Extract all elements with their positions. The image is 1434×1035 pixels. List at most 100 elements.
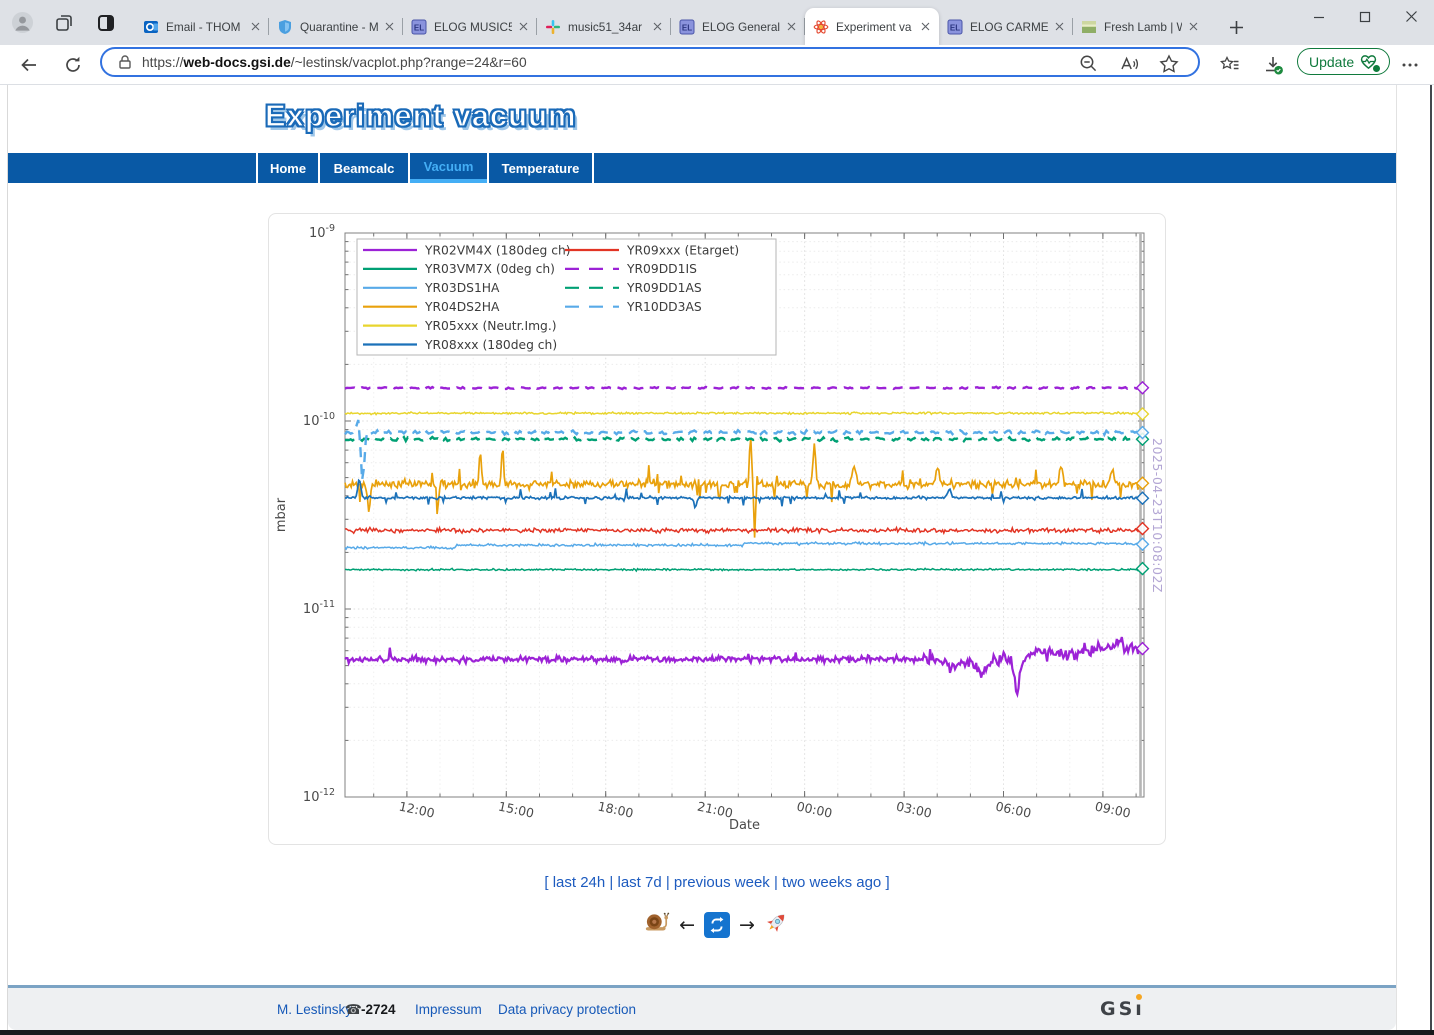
tab-title: ELOG General [702, 20, 780, 34]
svg-text:EL: EL [414, 23, 424, 32]
footer-privacy-link[interactable]: Data privacy protection [498, 1002, 636, 1017]
range-link[interactable]: previous week [674, 874, 770, 891]
tab-title: Quarantine - M [300, 20, 378, 34]
tab-strip: Email - THOM Quarantine - M EL ELOG MUSIC5 m… [0, 0, 1434, 45]
svg-text:EL: EL [950, 23, 960, 32]
time-range-links: [ last 24h | last 7d | previous week | t… [0, 874, 1434, 891]
tab-title: ELOG CARME [970, 20, 1048, 34]
svg-text:YR03DS1HA: YR03DS1HA [424, 281, 500, 295]
svg-text:YR08xxx (180deg ch): YR08xxx (180deg ch) [424, 338, 557, 352]
tab-title: ELOG MUSIC5 [434, 20, 512, 34]
close-window-icon[interactable] [1388, 0, 1434, 33]
browser-tab[interactable]: EL ELOG CARME [939, 8, 1073, 45]
favorite-star-icon[interactable] [1158, 53, 1180, 75]
bracket-open: [ [544, 874, 552, 891]
nav-tab-home[interactable]: Home [258, 153, 318, 183]
settings-more-icon[interactable] [1397, 52, 1423, 78]
footer-impressum-link[interactable]: Impressum [415, 1002, 482, 1017]
browser-tab[interactable]: Email - THOM [135, 8, 269, 45]
range-link[interactable]: last 24h [553, 874, 606, 891]
phone-icon: ☎ [345, 1002, 362, 1018]
browser-tab[interactable]: Fresh Lamb | W [1073, 8, 1207, 45]
browser-health-icon [1359, 52, 1378, 71]
maximize-icon[interactable] [1342, 0, 1388, 33]
new-tab-button[interactable] [1224, 15, 1248, 39]
svg-text:YR02VM4X (180deg ch): YR02VM4X (180deg ch) [424, 243, 571, 257]
url-text[interactable]: https://web-docs.gsi.de/~lestinsk/vacplo… [142, 55, 527, 70]
slack-icon [545, 19, 561, 35]
back-button[interactable] [16, 52, 42, 78]
downloads-icon[interactable] [1260, 52, 1286, 78]
vacuum-chart-card: 12:0015:0018:0021:0000:0003:0006:0009:00… [268, 213, 1166, 845]
link-separator: | [605, 874, 617, 891]
tab-title: Email - THOM [166, 20, 244, 34]
favorites-hub-icon[interactable] [1217, 52, 1243, 78]
footer-author-link[interactable]: M. Lestinsky [277, 1002, 352, 1017]
svg-text:18:00: 18:00 [596, 799, 634, 821]
browser-tab[interactable]: music51_34ar [537, 8, 671, 45]
tab-actions-icon[interactable] [94, 11, 117, 34]
tab-close-icon[interactable] [649, 18, 666, 35]
link-separator: | [662, 874, 674, 891]
range-link[interactable]: two weeks ago [782, 874, 881, 891]
nav-tab-beamcalc[interactable]: Beamcalc [320, 153, 408, 183]
site-navigation: HomeBeamcalcVacuumTemperature [8, 153, 1396, 183]
browser-tab[interactable]: Quarantine - M [269, 8, 403, 45]
browser-tab-active[interactable]: Experiment va [805, 8, 939, 45]
vacuum-pressure-chart: 12:0015:0018:0021:0000:0003:0006:0009:00… [269, 214, 1165, 849]
address-bar[interactable]: https://web-docs.gsi.de/~lestinsk/vacplo… [100, 47, 1200, 77]
refresh-cycle-icon[interactable] [704, 912, 730, 938]
update-label: Update [1309, 54, 1354, 70]
zoom-out-icon[interactable] [1078, 53, 1100, 75]
rocket-icon [764, 910, 789, 940]
refresh-button[interactable] [60, 52, 86, 78]
svg-text:EL: EL [682, 23, 692, 32]
nav-tab-vacuum[interactable]: Vacuum [410, 153, 487, 183]
svg-text:10-9: 10-9 [309, 223, 335, 241]
tab-close-icon[interactable] [381, 18, 398, 35]
tab-title: Experiment va [836, 20, 914, 34]
browser-window: Email - THOM Quarantine - M EL ELOG MUSIC5 m… [0, 0, 1434, 1035]
tab-strip-tabs: Email - THOM Quarantine - M EL ELOG MUSIC5 m… [135, 8, 1207, 45]
speed-refresh-controls: ← → [0, 910, 1434, 940]
svg-text:10-11: 10-11 [303, 599, 335, 617]
url-scheme: https:// [142, 55, 183, 70]
svg-text:15:00: 15:00 [497, 799, 535, 821]
gsi-logo: GSı [1100, 998, 1145, 1020]
collections-icon[interactable] [52, 11, 75, 34]
lock-icon[interactable] [116, 53, 134, 71]
read-aloud-icon[interactable] [1118, 53, 1140, 75]
browser-tab[interactable]: EL ELOG MUSIC5 [403, 8, 537, 45]
svg-text:09:00: 09:00 [1094, 799, 1132, 821]
page-footer: M. Lestinsky ☎ -2724 Impressum Data priv… [8, 988, 1396, 1030]
elog-icon: EL [411, 19, 427, 35]
minimize-icon[interactable] [1296, 0, 1342, 33]
update-button[interactable]: Update [1297, 48, 1390, 75]
tab-close-icon[interactable] [247, 18, 264, 35]
profile-avatar-icon[interactable] [11, 11, 34, 34]
svg-text:10-10: 10-10 [303, 411, 335, 429]
svg-text:06:00: 06:00 [994, 799, 1032, 821]
tab-close-icon[interactable] [1185, 18, 1202, 35]
nav-spacer-left [8, 153, 256, 183]
shield-icon [277, 19, 293, 35]
svg-text:YR03VM7X (0deg ch): YR03VM7X (0deg ch) [424, 262, 555, 276]
nav-tab-temperature[interactable]: Temperature [489, 153, 592, 183]
atom-icon [813, 19, 829, 35]
svg-text:YR05xxx (Neutr.Img.): YR05xxx (Neutr.Img.) [424, 319, 557, 333]
snail-icon [645, 911, 670, 939]
url-path: /~lestinsk/vacplot.php?range=24&r=60 [291, 55, 527, 70]
nav-spacer-right [594, 153, 1396, 183]
tab-close-icon[interactable] [1051, 18, 1068, 35]
tab-close-icon[interactable] [783, 18, 800, 35]
tab-title: music51_34ar [568, 20, 646, 34]
range-link[interactable]: last 7d [617, 874, 661, 891]
photo-icon [1081, 19, 1097, 35]
browser-tab[interactable]: EL ELOG General [671, 8, 805, 45]
svg-text:10-12: 10-12 [303, 787, 335, 805]
footer-phone-number: -2724 [361, 1002, 396, 1017]
svg-text:YR04DS2HA: YR04DS2HA [424, 300, 500, 314]
tab-close-icon[interactable] [515, 18, 532, 35]
web-page: Experiment vacuum HomeBeamcalcVacuumTemp… [8, 85, 1396, 1030]
tab-close-icon[interactable] [917, 18, 934, 35]
